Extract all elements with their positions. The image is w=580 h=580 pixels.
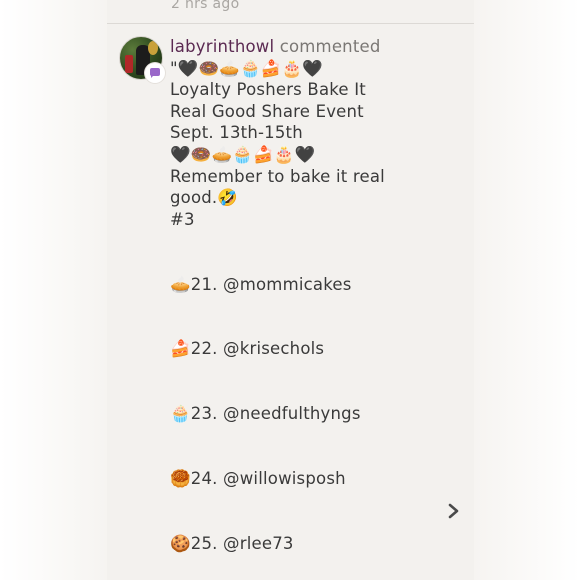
comment-spacer: [170, 230, 470, 252]
comment-line: Real Good Share Event: [170, 101, 364, 121]
comment-line: Sept. 13th-15th: [170, 123, 303, 143]
comment-line: 🧁23. @needfulthyngs: [170, 404, 361, 424]
comment-line: 🥧21. @mommicakes: [170, 274, 352, 294]
comment-divider: [107, 23, 474, 24]
comment-line: good.🤣: [170, 188, 239, 208]
right-backdrop: [474, 0, 580, 580]
comment-header: labyrinthowl commented: [170, 36, 470, 58]
previous-comment-timestamp: 2 hrs ago: [171, 0, 240, 12]
comment-spacer: [170, 360, 470, 382]
comment-bubble-icon: [145, 63, 165, 83]
chevron-right-icon[interactable]: [447, 503, 461, 519]
comment-line: 🖤🍩🥧🧁🍰🎂🖤: [170, 144, 316, 164]
comment-line: "🖤🍩🥧🧁🍰🎂🖤: [170, 58, 324, 78]
comment-spacer: [170, 317, 470, 339]
comment-spacer: [170, 446, 470, 468]
comment-action: commented: [279, 37, 381, 56]
left-backdrop: [0, 0, 107, 580]
comment-body: labyrinthowl commented "🖤🍩🥧🧁🍰🎂🖤 Loyalty P…: [170, 36, 470, 554]
comment-spacer: [170, 425, 470, 447]
comment-spacer: [170, 511, 470, 533]
comment-line: Remember to bake it real: [170, 166, 385, 186]
comment-line: 🍰22. @krisechols: [170, 339, 325, 359]
comment-username[interactable]: labyrinthowl: [170, 37, 274, 56]
comment-text: "🖤🍩🥧🧁🍰🎂🖤 Loyalty Poshers Bake It Real Good…: [170, 58, 470, 555]
comments-panel: 2 hrs ago labyrinthowl commented "🖤🍩🥧🧁🍰🎂…: [107, 0, 474, 580]
comment-line: 🍪25. @rlee73: [170, 533, 294, 553]
comment-line: Loyalty Poshers Bake It: [170, 80, 366, 100]
comment-line: 🥮24. @willowisposh: [170, 468, 346, 488]
comment-spacer: [170, 382, 470, 404]
comment-spacer: [170, 489, 470, 511]
comment-spacer: [170, 252, 470, 274]
comment-spacer: [170, 295, 470, 317]
comment-line: #3: [170, 209, 195, 229]
